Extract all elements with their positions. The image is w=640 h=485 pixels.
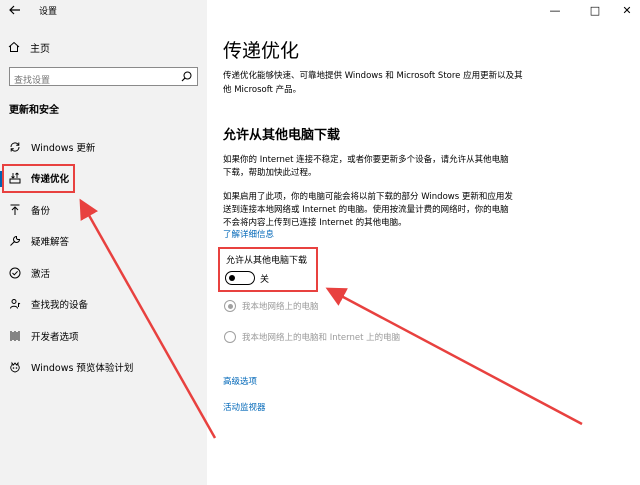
back-arrow-icon bbox=[9, 5, 20, 15]
maximize-icon: □ bbox=[589, 3, 601, 17]
minimize-icon: — bbox=[549, 3, 561, 17]
sidebar-item-activation[interactable]: 激活 bbox=[0, 257, 207, 289]
sidebar-item-label: 查找我的设备 bbox=[31, 300, 89, 312]
page-title: 传递优化 bbox=[223, 40, 300, 62]
sidebar-item-backup[interactable]: 备份 bbox=[0, 194, 207, 226]
sidebar-item-label: 备份 bbox=[31, 205, 51, 217]
sidebar: 设置 主页 更新和安全 Windows 更新 传递优化 bbox=[0, 0, 207, 485]
search-box[interactable] bbox=[9, 67, 198, 90]
radio-button[interactable] bbox=[224, 331, 236, 343]
minimize-button[interactable]: — bbox=[540, 0, 570, 20]
sidebar-item-label: 疑难解答 bbox=[31, 237, 70, 249]
wrench-icon bbox=[10, 236, 21, 247]
app-title: 设置 bbox=[39, 7, 58, 17]
radio-button[interactable] bbox=[224, 300, 236, 312]
sidebar-item-windows-update[interactable]: Windows 更新 bbox=[0, 131, 207, 163]
page-description: 传递优化能够快速、可靠地提供 Windows 和 Microsoft Store… bbox=[223, 71, 523, 95]
backup-icon bbox=[10, 204, 20, 215]
radio-local-network[interactable]: 我本地网络上的电脑 bbox=[224, 300, 319, 312]
section-title: 更新和安全 bbox=[9, 105, 59, 116]
radio-label: 我本地网络上的电脑和 Internet 上的电脑 bbox=[242, 333, 401, 343]
sidebar-item-find-my-device[interactable]: 查找我的设备 bbox=[0, 289, 207, 321]
sidebar-item-insider[interactable]: Windows 预览体验计划 bbox=[0, 352, 207, 384]
home-icon bbox=[8, 41, 20, 52]
sidebar-item-label: Windows 预览体验计划 bbox=[31, 363, 134, 375]
sidebar-item-label: 激活 bbox=[31, 268, 51, 280]
close-icon: ✕ bbox=[622, 3, 632, 17]
close-button[interactable]: ✕ bbox=[612, 0, 640, 20]
person-location-icon bbox=[10, 299, 21, 309]
home-link[interactable]: 主页 bbox=[8, 39, 50, 55]
search-input[interactable] bbox=[10, 72, 170, 90]
sync-icon bbox=[10, 142, 20, 152]
check-circle-icon bbox=[9, 267, 21, 279]
sidebar-item-troubleshoot[interactable]: 疑难解答 bbox=[0, 226, 207, 258]
highlight-box-sidebar bbox=[2, 164, 75, 193]
advanced-options-link[interactable]: 高级选项 bbox=[223, 375, 257, 387]
highlight-box-toggle bbox=[218, 247, 318, 292]
radio-label: 我本地网络上的电脑 bbox=[242, 302, 319, 312]
insider-icon bbox=[10, 361, 20, 373]
sidebar-item-developer[interactable]: 开发者选项 bbox=[0, 320, 207, 352]
search-icon[interactable] bbox=[181, 71, 192, 82]
sidebar-item-label: Windows 更新 bbox=[31, 142, 96, 154]
sidebar-item-label: 开发者选项 bbox=[31, 331, 79, 343]
title-bar: 设置 bbox=[0, 0, 207, 22]
home-label: 主页 bbox=[30, 43, 50, 55]
section-heading: 允许从其他电脑下载 bbox=[223, 128, 341, 143]
maximize-button[interactable]: □ bbox=[580, 0, 610, 20]
back-button[interactable] bbox=[6, 2, 24, 18]
radio-local-and-internet[interactable]: 我本地网络上的电脑和 Internet 上的电脑 bbox=[224, 331, 400, 343]
activity-monitor-link[interactable]: 活动监视器 bbox=[223, 401, 266, 413]
learn-more-link[interactable]: 了解详细信息 bbox=[223, 228, 274, 240]
developer-icon bbox=[10, 330, 20, 341]
arrow-to-toggle bbox=[325, 287, 583, 426]
info-paragraph-1: 如果你的 Internet 连接不稳定，或者你要更新多个设备，请允许从其他电脑下… bbox=[223, 155, 509, 178]
info-paragraph-2: 如果启用了此项，你的电脑可能会将以前下载的部分 Windows 更新和应用发送到… bbox=[223, 192, 513, 228]
